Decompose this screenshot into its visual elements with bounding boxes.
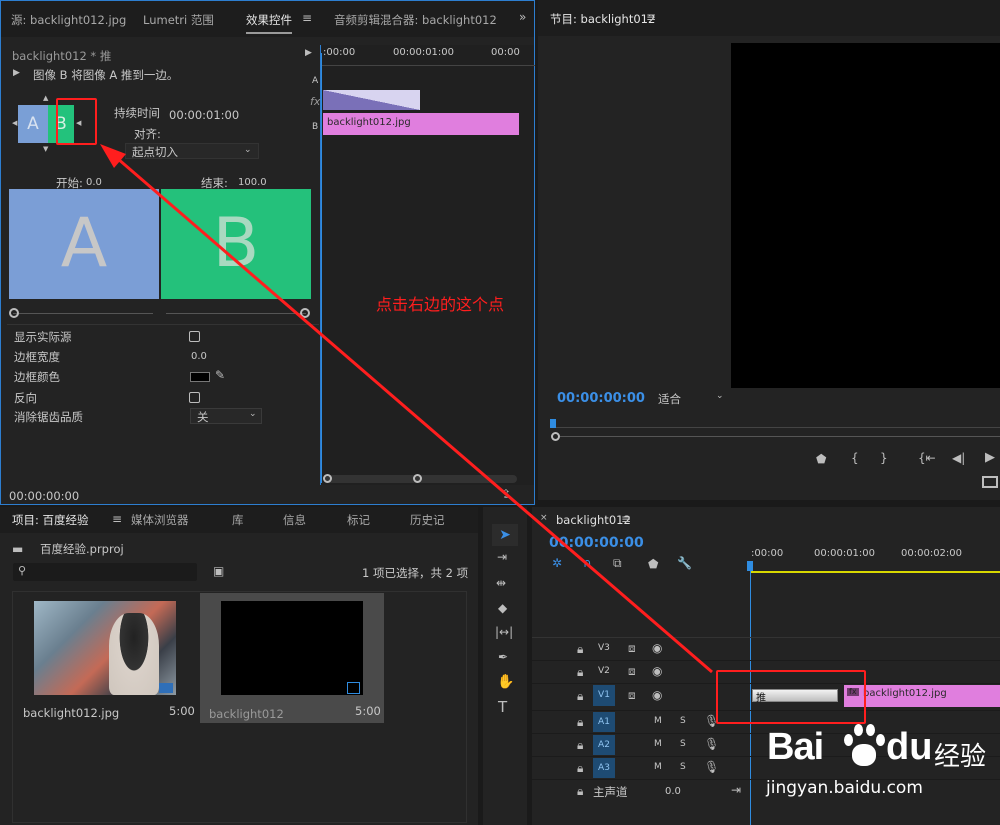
- baidu-brand-du: du: [886, 726, 933, 768]
- baidu-paw-icon: [840, 722, 886, 768]
- paw-toe: [844, 734, 853, 746]
- baidu-url: jingyan.baidu.com: [766, 778, 923, 798]
- paw-toe: [854, 724, 863, 736]
- annotation-arrow: [100, 144, 713, 674]
- baidu-watermark: Bai du 经验 jingyan.baidu.com: [762, 712, 998, 807]
- baidu-brand: Bai: [767, 726, 824, 768]
- annotation-arrow-line: [109, 150, 713, 674]
- paw-toe: [866, 724, 875, 736]
- paw-toe: [876, 734, 885, 746]
- paw-pad: [852, 744, 876, 766]
- baidu-brand-jingyan: 经验: [934, 742, 987, 772]
